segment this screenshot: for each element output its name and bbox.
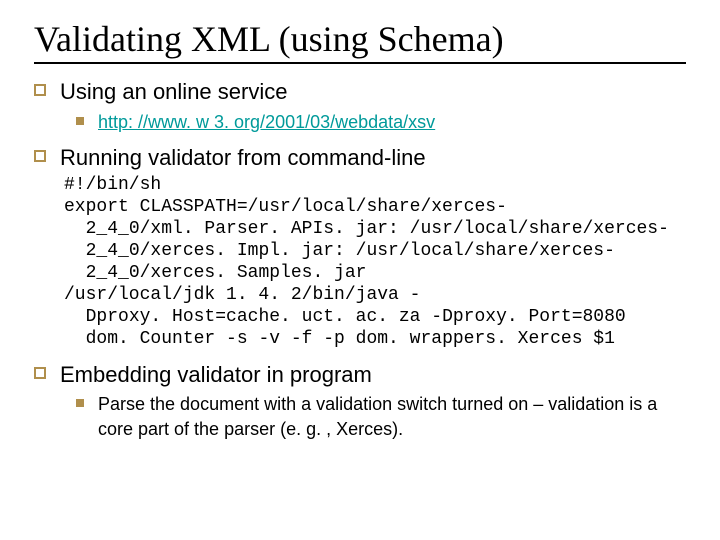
xsv-link[interactable]: http: //www. w 3. org/2001/03/webdata/xs…	[98, 112, 435, 132]
filled-square-icon	[76, 399, 84, 407]
slide-title: Validating XML (using Schema)	[34, 18, 686, 60]
code-block: #!/bin/sh export CLASSPATH=/usr/local/sh…	[64, 175, 686, 351]
sub-bullet-item: Parse the document with a validation swi…	[76, 392, 686, 441]
bullet-text: Using an online service	[60, 78, 287, 106]
hollow-square-icon	[34, 84, 46, 96]
filled-square-icon	[76, 117, 84, 125]
bullet-text: Embedding validator in program	[60, 361, 372, 389]
bullet-item: Using an online service	[34, 78, 686, 106]
sub-bullet-text: Parse the document with a validation swi…	[98, 392, 686, 441]
hollow-square-icon	[34, 367, 46, 379]
bullet-item: Embedding validator in program	[34, 361, 686, 389]
title-underline	[34, 62, 686, 64]
sub-bullet-item: http: //www. w 3. org/2001/03/webdata/xs…	[76, 110, 686, 134]
hollow-square-icon	[34, 150, 46, 162]
sub-bullet-text: http: //www. w 3. org/2001/03/webdata/xs…	[98, 110, 435, 134]
slide: Validating XML (using Schema) Using an o…	[0, 0, 720, 441]
bullet-item: Running validator from command-line	[34, 144, 686, 172]
bullet-text: Running validator from command-line	[60, 144, 426, 172]
